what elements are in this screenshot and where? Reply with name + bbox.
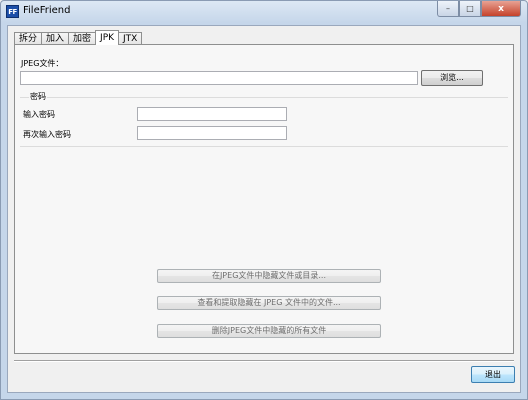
minimize-button[interactable]: – xyxy=(437,1,459,17)
app-icon: FF xyxy=(6,5,19,18)
tab-jpk[interactable]: JPK xyxy=(95,30,120,45)
confirm-password-label: 再次输入密码 xyxy=(23,130,71,139)
client-area: 拆分 加入 加密 JPK JTX JPEG文件： 浏览... 密码 输入密码 再… xyxy=(7,25,521,393)
window-controls: – □ x xyxy=(437,1,521,17)
password-label: 输入密码 xyxy=(23,110,55,119)
maximize-button[interactable]: □ xyxy=(459,1,481,17)
window-title: FileFriend xyxy=(23,5,71,16)
password-group-label: 密码 xyxy=(29,91,47,102)
close-button[interactable]: x xyxy=(481,1,521,17)
tab-strip: 拆分 加入 加密 JPK JTX xyxy=(14,30,143,45)
footer-divider xyxy=(14,360,514,362)
jpk-panel: JPEG文件： 浏览... 密码 输入密码 再次输入密码 在JPEG文件中隐藏文… xyxy=(14,44,514,354)
hide-files-button[interactable]: 在JPEG文件中隐藏文件或目录... xyxy=(157,269,381,283)
password-input[interactable] xyxy=(137,107,287,121)
jpeg-file-input[interactable] xyxy=(20,71,418,85)
window-bottom-frame xyxy=(1,393,527,399)
app-window: FF FileFriend – □ x 拆分 加入 加密 JPK JTX JPE… xyxy=(0,0,528,400)
jpeg-file-label: JPEG文件： xyxy=(21,59,64,68)
delete-hidden-files-button[interactable]: 删除JPEG文件中隐藏的所有文件 xyxy=(157,324,381,338)
exit-button[interactable]: 退出 xyxy=(471,366,515,383)
browse-button[interactable]: 浏览... xyxy=(421,70,483,86)
title-bar[interactable]: FF FileFriend – □ x xyxy=(1,1,527,23)
confirm-password-input[interactable] xyxy=(137,126,287,140)
extract-files-button[interactable]: 查看和提取隐藏在 JPEG 文件中的文件... xyxy=(157,296,381,310)
